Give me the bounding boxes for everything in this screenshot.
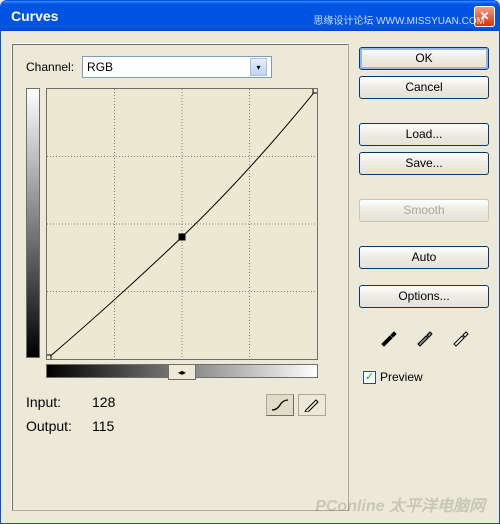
curve-grid[interactable] (46, 88, 318, 360)
output-value: 115 (92, 418, 114, 434)
curve-tools (266, 394, 326, 416)
eyedropper-white-icon (450, 328, 470, 348)
curve-area (26, 88, 334, 360)
curve-icon (271, 398, 289, 412)
preview-label: Preview (380, 370, 423, 384)
eyedropper-black-icon (378, 328, 398, 348)
curve-point[interactable] (179, 234, 185, 240)
output-gradient (26, 88, 40, 358)
eyedropper-tools (359, 326, 489, 350)
smooth-button: Smooth (359, 199, 489, 222)
load-button[interactable]: Load... (359, 123, 489, 146)
channel-select[interactable]: RGB ▾ (82, 56, 272, 78)
channel-value: RGB (87, 60, 113, 74)
watermark-top: 思缘设计论坛 WWW.MISSYUAN.COM (313, 12, 485, 27)
options-button[interactable]: Options... (359, 285, 489, 308)
black-eyedropper-button[interactable] (374, 326, 402, 350)
input-gradient: ◂▸ (46, 364, 318, 378)
channel-row: Channel: RGB ▾ (26, 56, 334, 78)
left-panel: Channel: RGB ▾ (11, 43, 349, 511)
right-panel: OK Cancel Load... Save... Smooth Auto Op… (359, 43, 489, 511)
window-title: Curves (11, 8, 58, 24)
auto-button[interactable]: Auto (359, 246, 489, 269)
gradient-handle[interactable]: ◂▸ (168, 364, 196, 380)
pencil-tool-button[interactable] (298, 394, 326, 416)
eyedropper-gray-icon (414, 328, 434, 348)
cancel-button[interactable]: Cancel (359, 76, 489, 99)
input-value: 128 (92, 394, 115, 410)
watermark-bottom: PConline 太平洋电脑网 (315, 492, 485, 516)
white-eyedropper-button[interactable] (446, 326, 474, 350)
save-button[interactable]: Save... (359, 152, 489, 175)
input-label: Input: (26, 394, 82, 410)
channel-label: Channel: (26, 60, 74, 74)
ok-button[interactable]: OK (359, 47, 489, 70)
pencil-icon (303, 398, 321, 412)
curves-dialog: Curves ✕ 思缘设计论坛 WWW.MISSYUAN.COM Channel… (0, 0, 500, 524)
dialog-content: Channel: RGB ▾ (1, 31, 499, 523)
output-label: Output: (26, 418, 82, 434)
chevron-down-icon[interactable]: ▾ (250, 58, 267, 76)
curve-graph[interactable] (46, 88, 318, 360)
input-gradient-row: ◂▸ (46, 364, 334, 378)
curve-tool-button[interactable] (266, 394, 294, 416)
gray-eyedropper-button[interactable] (410, 326, 438, 350)
preview-row: ✓ Preview (363, 370, 489, 384)
preview-checkbox[interactable]: ✓ (363, 371, 376, 384)
